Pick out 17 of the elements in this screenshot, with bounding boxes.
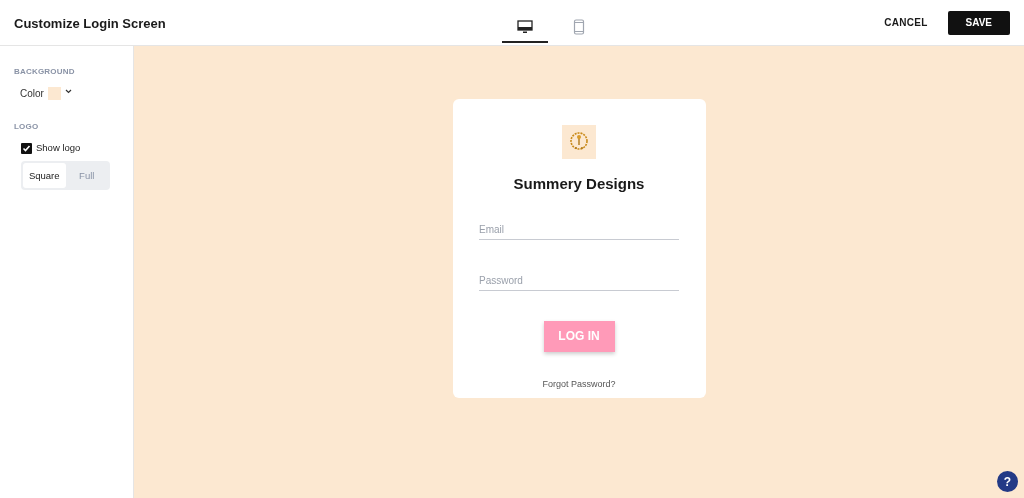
check-icon xyxy=(22,143,31,153)
color-swatch[interactable] xyxy=(47,87,61,100)
help-button[interactable]: ? xyxy=(997,471,1018,492)
section-heading: LOGO xyxy=(14,121,40,133)
cancel-button[interactable]: CANCEL xyxy=(884,15,928,30)
forgot-password-link[interactable]: Forgot Password? xyxy=(542,377,616,391)
show-logo-label: Show logo xyxy=(36,141,81,155)
desktop-icon xyxy=(517,19,533,34)
window-title: Customize Login Screen xyxy=(14,15,166,31)
checkbox[interactable] xyxy=(21,142,32,154)
mobile-icon xyxy=(573,18,585,35)
segment-option[interactable]: Square xyxy=(23,163,66,189)
save-button[interactable]: SAVE xyxy=(947,10,1010,35)
brand-title: Summery Designs xyxy=(513,174,645,194)
chevron-down-icon[interactable] xyxy=(64,89,72,94)
color-label: Color xyxy=(20,87,44,101)
section-heading: BACKGROUND xyxy=(14,66,76,78)
